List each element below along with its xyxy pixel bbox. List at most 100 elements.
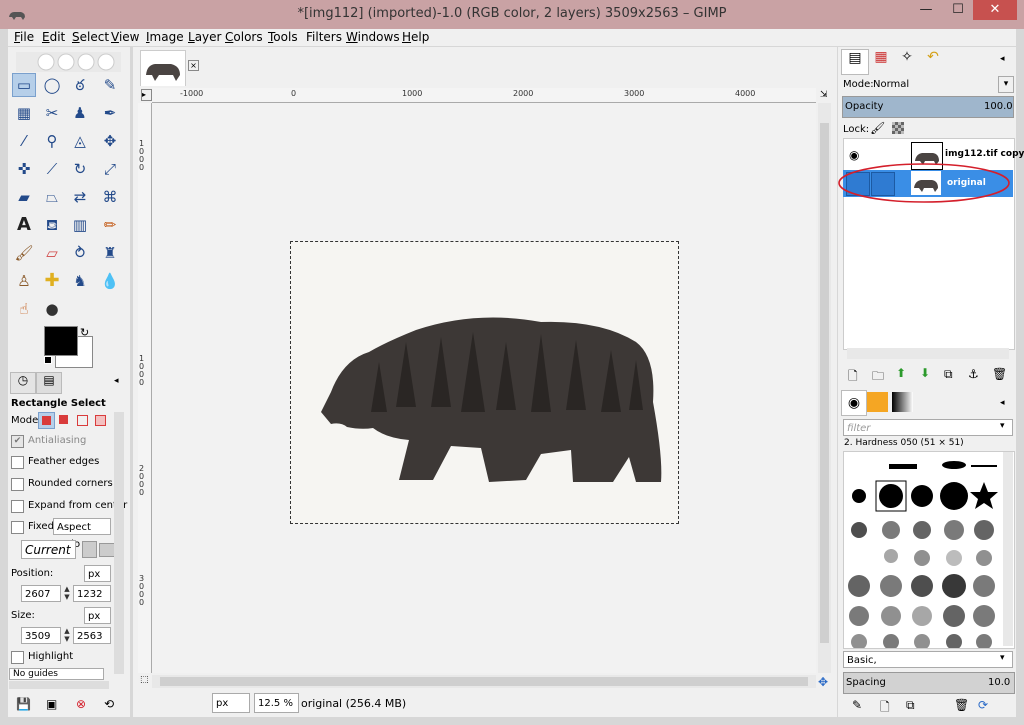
refresh-brushes-icon[interactable]: ⟳ bbox=[978, 698, 988, 712]
position-x-input[interactable]: 2607 bbox=[21, 585, 61, 602]
rotate-tool-icon[interactable]: ↻ bbox=[68, 157, 92, 181]
current-ratio-field[interactable]: Current bbox=[21, 540, 76, 559]
brush-tag-input[interactable]: Basic, bbox=[843, 651, 1013, 668]
panel-menu-icon[interactable]: ◂ bbox=[114, 376, 119, 386]
brush-scrollbar[interactable] bbox=[1003, 452, 1013, 646]
fixed-mode-select[interactable]: Aspect ratio bbox=[53, 518, 111, 550]
select-by-color-tool-icon[interactable]: ▦ bbox=[12, 101, 36, 125]
horizontal-scrollbar[interactable] bbox=[152, 675, 816, 688]
size-width-input[interactable]: 3509 bbox=[21, 627, 61, 644]
crop-tool-icon[interactable]: ⟋ bbox=[40, 157, 64, 181]
menu-edit[interactable]: Edit bbox=[42, 30, 65, 44]
feather-edges-checkbox[interactable] bbox=[11, 456, 24, 469]
ruler-corner-icon[interactable]: ▸ bbox=[141, 89, 152, 101]
scissors-tool-icon[interactable]: ✂ bbox=[40, 101, 64, 125]
menu-filters[interactable]: Filters bbox=[306, 30, 342, 44]
brushes-tab-icon[interactable]: ◉ bbox=[841, 390, 867, 416]
undo-tab-icon[interactable]: ↶ bbox=[921, 49, 945, 73]
guides-select[interactable]: No guides bbox=[9, 668, 104, 680]
lock-pixels-icon[interactable]: 🖌 bbox=[870, 121, 885, 135]
new-layer-group-icon[interactable]: 🗀 bbox=[872, 367, 884, 388]
rect-select-tool-icon[interactable]: ▭ bbox=[12, 73, 36, 97]
position-x-spinner[interactable]: ▲ ▼ bbox=[62, 585, 72, 601]
blur-tool-icon[interactable]: 💧 bbox=[98, 269, 122, 293]
tool-options-scrollbar[interactable] bbox=[114, 412, 124, 674]
menu-image[interactable]: Image bbox=[146, 30, 184, 44]
save-options-icon[interactable]: 💾 bbox=[16, 697, 31, 711]
visibility-eye-icon[interactable]: ◉ bbox=[849, 148, 859, 162]
lock-alpha-icon[interactable] bbox=[892, 122, 904, 134]
menu-file[interactable]: File bbox=[14, 30, 34, 44]
tool-options-tab-icon[interactable]: ◷ bbox=[10, 372, 36, 394]
paths-tab-icon[interactable]: ✧ bbox=[895, 49, 919, 73]
gradients-tab-icon[interactable] bbox=[892, 392, 913, 412]
heal-tool-icon[interactable]: ✚ bbox=[40, 269, 64, 293]
navigate-icon[interactable]: ✥ bbox=[818, 675, 828, 689]
unit-select[interactable]: px bbox=[212, 693, 250, 713]
flip-tool-icon[interactable]: ⇄ bbox=[68, 185, 92, 209]
clone-tool-icon[interactable]: ♙ bbox=[12, 269, 36, 293]
mode-add-button[interactable] bbox=[57, 413, 70, 426]
rounded-corners-checkbox[interactable] bbox=[11, 478, 24, 491]
swap-colors-icon[interactable]: ↻ bbox=[80, 326, 89, 339]
mode-replace-button[interactable] bbox=[38, 412, 55, 429]
tool-options-hscrollbar[interactable] bbox=[9, 681, 109, 689]
ink-tool-icon[interactable]: ♜ bbox=[98, 241, 122, 265]
zoom-select[interactable]: 12.5 % bbox=[254, 693, 299, 713]
ellipse-select-tool-icon[interactable]: ◯ bbox=[40, 73, 64, 97]
anchor-layer-icon[interactable]: ⚓ bbox=[968, 367, 979, 381]
brush-tag-dropdown-icon[interactable]: ▾ bbox=[1000, 653, 1005, 663]
brush-filter-dropdown-icon[interactable]: ▾ bbox=[1000, 421, 1005, 431]
expand-from-center-checkbox[interactable] bbox=[11, 500, 24, 513]
reset-options-icon[interactable]: ⟲ bbox=[104, 697, 114, 711]
fuzzy-select-tool-icon[interactable]: ✎ bbox=[98, 73, 122, 97]
default-colors-icon[interactable] bbox=[44, 356, 52, 364]
lower-layer-icon[interactable]: ⬇ bbox=[920, 366, 930, 380]
size-height-input[interactable]: 2563 bbox=[73, 627, 111, 644]
zoom-window-icon[interactable]: ⇲ bbox=[820, 90, 828, 100]
delete-options-icon[interactable]: ⊗ bbox=[76, 697, 86, 711]
channels-tab-icon[interactable]: ▦ bbox=[869, 49, 893, 73]
text-tool-icon[interactable]: A bbox=[12, 213, 36, 237]
delete-layer-icon[interactable]: 🗑 bbox=[992, 367, 1007, 381]
free-select-tool-icon[interactable]: ఠ bbox=[68, 73, 92, 97]
menu-select[interactable]: Select bbox=[72, 30, 109, 44]
new-layer-icon[interactable]: 🗋 bbox=[848, 367, 858, 388]
pencil-tool-icon[interactable]: ✏ bbox=[98, 213, 122, 237]
layers-tab-icon[interactable]: ▤ bbox=[841, 49, 869, 75]
smudge-tool-icon[interactable]: ☝ bbox=[12, 297, 36, 321]
airbrush-tool-icon[interactable]: ⥁ bbox=[68, 241, 92, 265]
brush-filter-input[interactable]: filter bbox=[843, 419, 1013, 436]
landscape-icon[interactable] bbox=[99, 543, 115, 557]
device-status-tab-icon[interactable]: ▤ bbox=[36, 372, 62, 394]
duplicate-layer-icon[interactable]: ⧉ bbox=[944, 367, 953, 382]
new-brush-icon[interactable]: 🗋 bbox=[880, 698, 890, 719]
zoom-tool-icon[interactable]: ⚲ bbox=[40, 129, 64, 153]
image-tab[interactable] bbox=[140, 50, 186, 86]
paths-tool-icon[interactable]: ✒ bbox=[98, 101, 122, 125]
menu-help[interactable]: Help bbox=[402, 30, 429, 44]
layers-panel-menu-icon[interactable]: ◂ bbox=[1000, 54, 1005, 64]
brushes-panel-menu-icon[interactable]: ◂ bbox=[1000, 398, 1005, 408]
dodge-burn-tool-icon[interactable]: ● bbox=[40, 297, 64, 321]
color-picker-tool-icon[interactable]: ⁄ bbox=[12, 129, 36, 153]
portrait-icon[interactable] bbox=[82, 541, 97, 558]
position-y-input[interactable]: 1232 bbox=[73, 585, 111, 602]
move-tool-icon[interactable]: ✥ bbox=[98, 129, 122, 153]
restore-options-icon[interactable]: ▣ bbox=[46, 697, 57, 711]
blend-tool-icon[interactable]: ▥ bbox=[68, 213, 92, 237]
mode-intersect-button[interactable] bbox=[93, 413, 106, 426]
menu-windows[interactable]: Windows bbox=[346, 30, 400, 44]
measure-tool-icon[interactable]: ◬ bbox=[68, 129, 92, 153]
perspective-clone-tool-icon[interactable]: ♞ bbox=[68, 269, 92, 293]
layer-mode-value[interactable]: Normal bbox=[873, 79, 909, 90]
vertical-scrollbar[interactable] bbox=[818, 103, 831, 673]
scale-tool-icon[interactable]: ⤢ bbox=[98, 157, 122, 181]
layers-hscrollbar[interactable] bbox=[847, 348, 1009, 359]
fixed-checkbox[interactable] bbox=[11, 521, 24, 534]
image-canvas[interactable] bbox=[290, 241, 679, 524]
brush-grid[interactable] bbox=[843, 451, 1015, 649]
layer-mode-dropdown-icon[interactable]: ▾ bbox=[998, 76, 1014, 93]
mode-subtract-button[interactable] bbox=[75, 413, 88, 426]
menu-view[interactable]: View bbox=[111, 30, 139, 44]
